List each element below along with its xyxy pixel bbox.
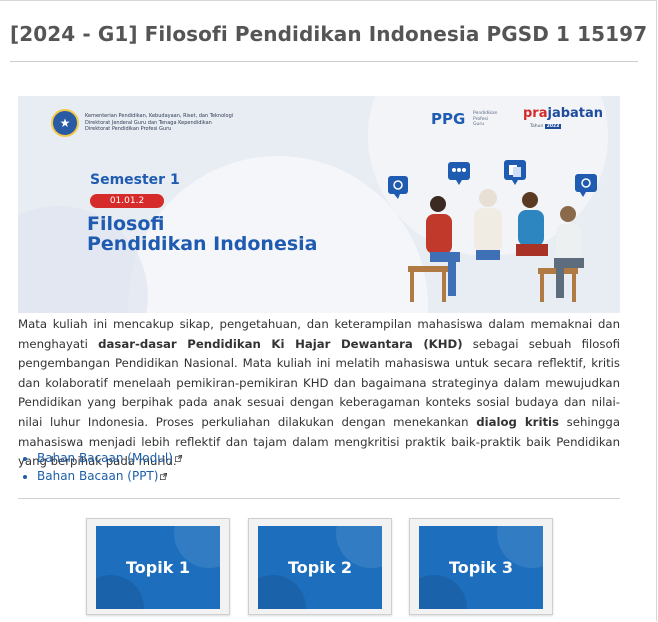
discussion-illustration bbox=[388, 160, 597, 302]
topic-label: Topik 3 bbox=[448, 558, 514, 577]
ministry-line: Direktorat Jenderal Guru dan Tenaga Kepe… bbox=[85, 119, 212, 126]
banner-subject-line-1: Filosofi bbox=[87, 213, 165, 235]
prajabatan-year-label: Tahun bbox=[530, 124, 544, 129]
topic-tile: Topik 1 bbox=[96, 526, 220, 609]
topic-tile: Topik 2 bbox=[258, 526, 382, 609]
ppg-logo-text: PPG bbox=[431, 110, 466, 128]
external-link-icon bbox=[174, 455, 182, 462]
course-banner: ★ Kementerian Pendidikan, Kebudayaan, Ri… bbox=[18, 96, 620, 313]
topic-label: Topik 1 bbox=[125, 558, 191, 577]
tut-wuri-handayani-logo: ★ bbox=[51, 109, 79, 137]
ministry-line: Direktorat Pendidikan Profesi Guru bbox=[85, 126, 172, 133]
topic-1-card[interactable]: Topik 1 bbox=[86, 518, 230, 615]
topic-2-card[interactable]: Topik 2 bbox=[248, 518, 392, 615]
link-label: Bahan Bacaan (Modul) bbox=[37, 451, 173, 465]
link-label: Bahan Bacaan (PPT) bbox=[37, 469, 159, 483]
description-emphasis: dasar-dasar Pendidikan Ki Hajar Dewantar… bbox=[98, 336, 463, 351]
external-link-icon bbox=[160, 473, 168, 480]
prajabatan-prefix: pra bbox=[523, 106, 548, 121]
semester-label: Semester 1 bbox=[90, 172, 180, 188]
reading-materials-list: Bahan Bacaan (Modul) Bahan Bacaan (PPT) bbox=[23, 449, 182, 485]
page-title: [2024 - G1] Filosofi Pendidikan Indonesi… bbox=[10, 22, 648, 46]
title-divider bbox=[10, 61, 638, 62]
list-item: Bahan Bacaan (PPT) bbox=[37, 467, 182, 485]
prajabatan-year-value: 2023 bbox=[544, 124, 562, 129]
prajabatan-rest: jabatan bbox=[547, 106, 604, 121]
topic-tile: Topik 3 bbox=[419, 526, 543, 609]
ppt-reading-link[interactable]: Bahan Bacaan (PPT) bbox=[37, 469, 158, 483]
ministry-line: Kementerian Pendidikan, Kebudayaan, Rise… bbox=[85, 113, 234, 120]
module-reading-link[interactable]: Bahan Bacaan (Modul) bbox=[37, 451, 173, 465]
description-emphasis: dialog kritis bbox=[476, 414, 560, 429]
prajabatan-year: Tahun 2023 bbox=[530, 124, 562, 129]
ppg-subtitle: Pendidikan Profesi Guru bbox=[473, 111, 498, 127]
banner-subject-line-2: Pendidikan Indonesia bbox=[87, 233, 318, 255]
topic-label: Topik 2 bbox=[287, 558, 353, 577]
section-divider bbox=[18, 498, 620, 499]
course-code-badge: 01.01.2 bbox=[90, 194, 164, 208]
ministry-header: ★ Kementerian Pendidikan, Kebudayaan, Ri… bbox=[51, 109, 233, 137]
list-item: Bahan Bacaan (Modul) bbox=[37, 449, 182, 467]
topic-3-card[interactable]: Topik 3 bbox=[409, 518, 553, 615]
prajabatan-logo: prajabatan bbox=[523, 106, 603, 121]
